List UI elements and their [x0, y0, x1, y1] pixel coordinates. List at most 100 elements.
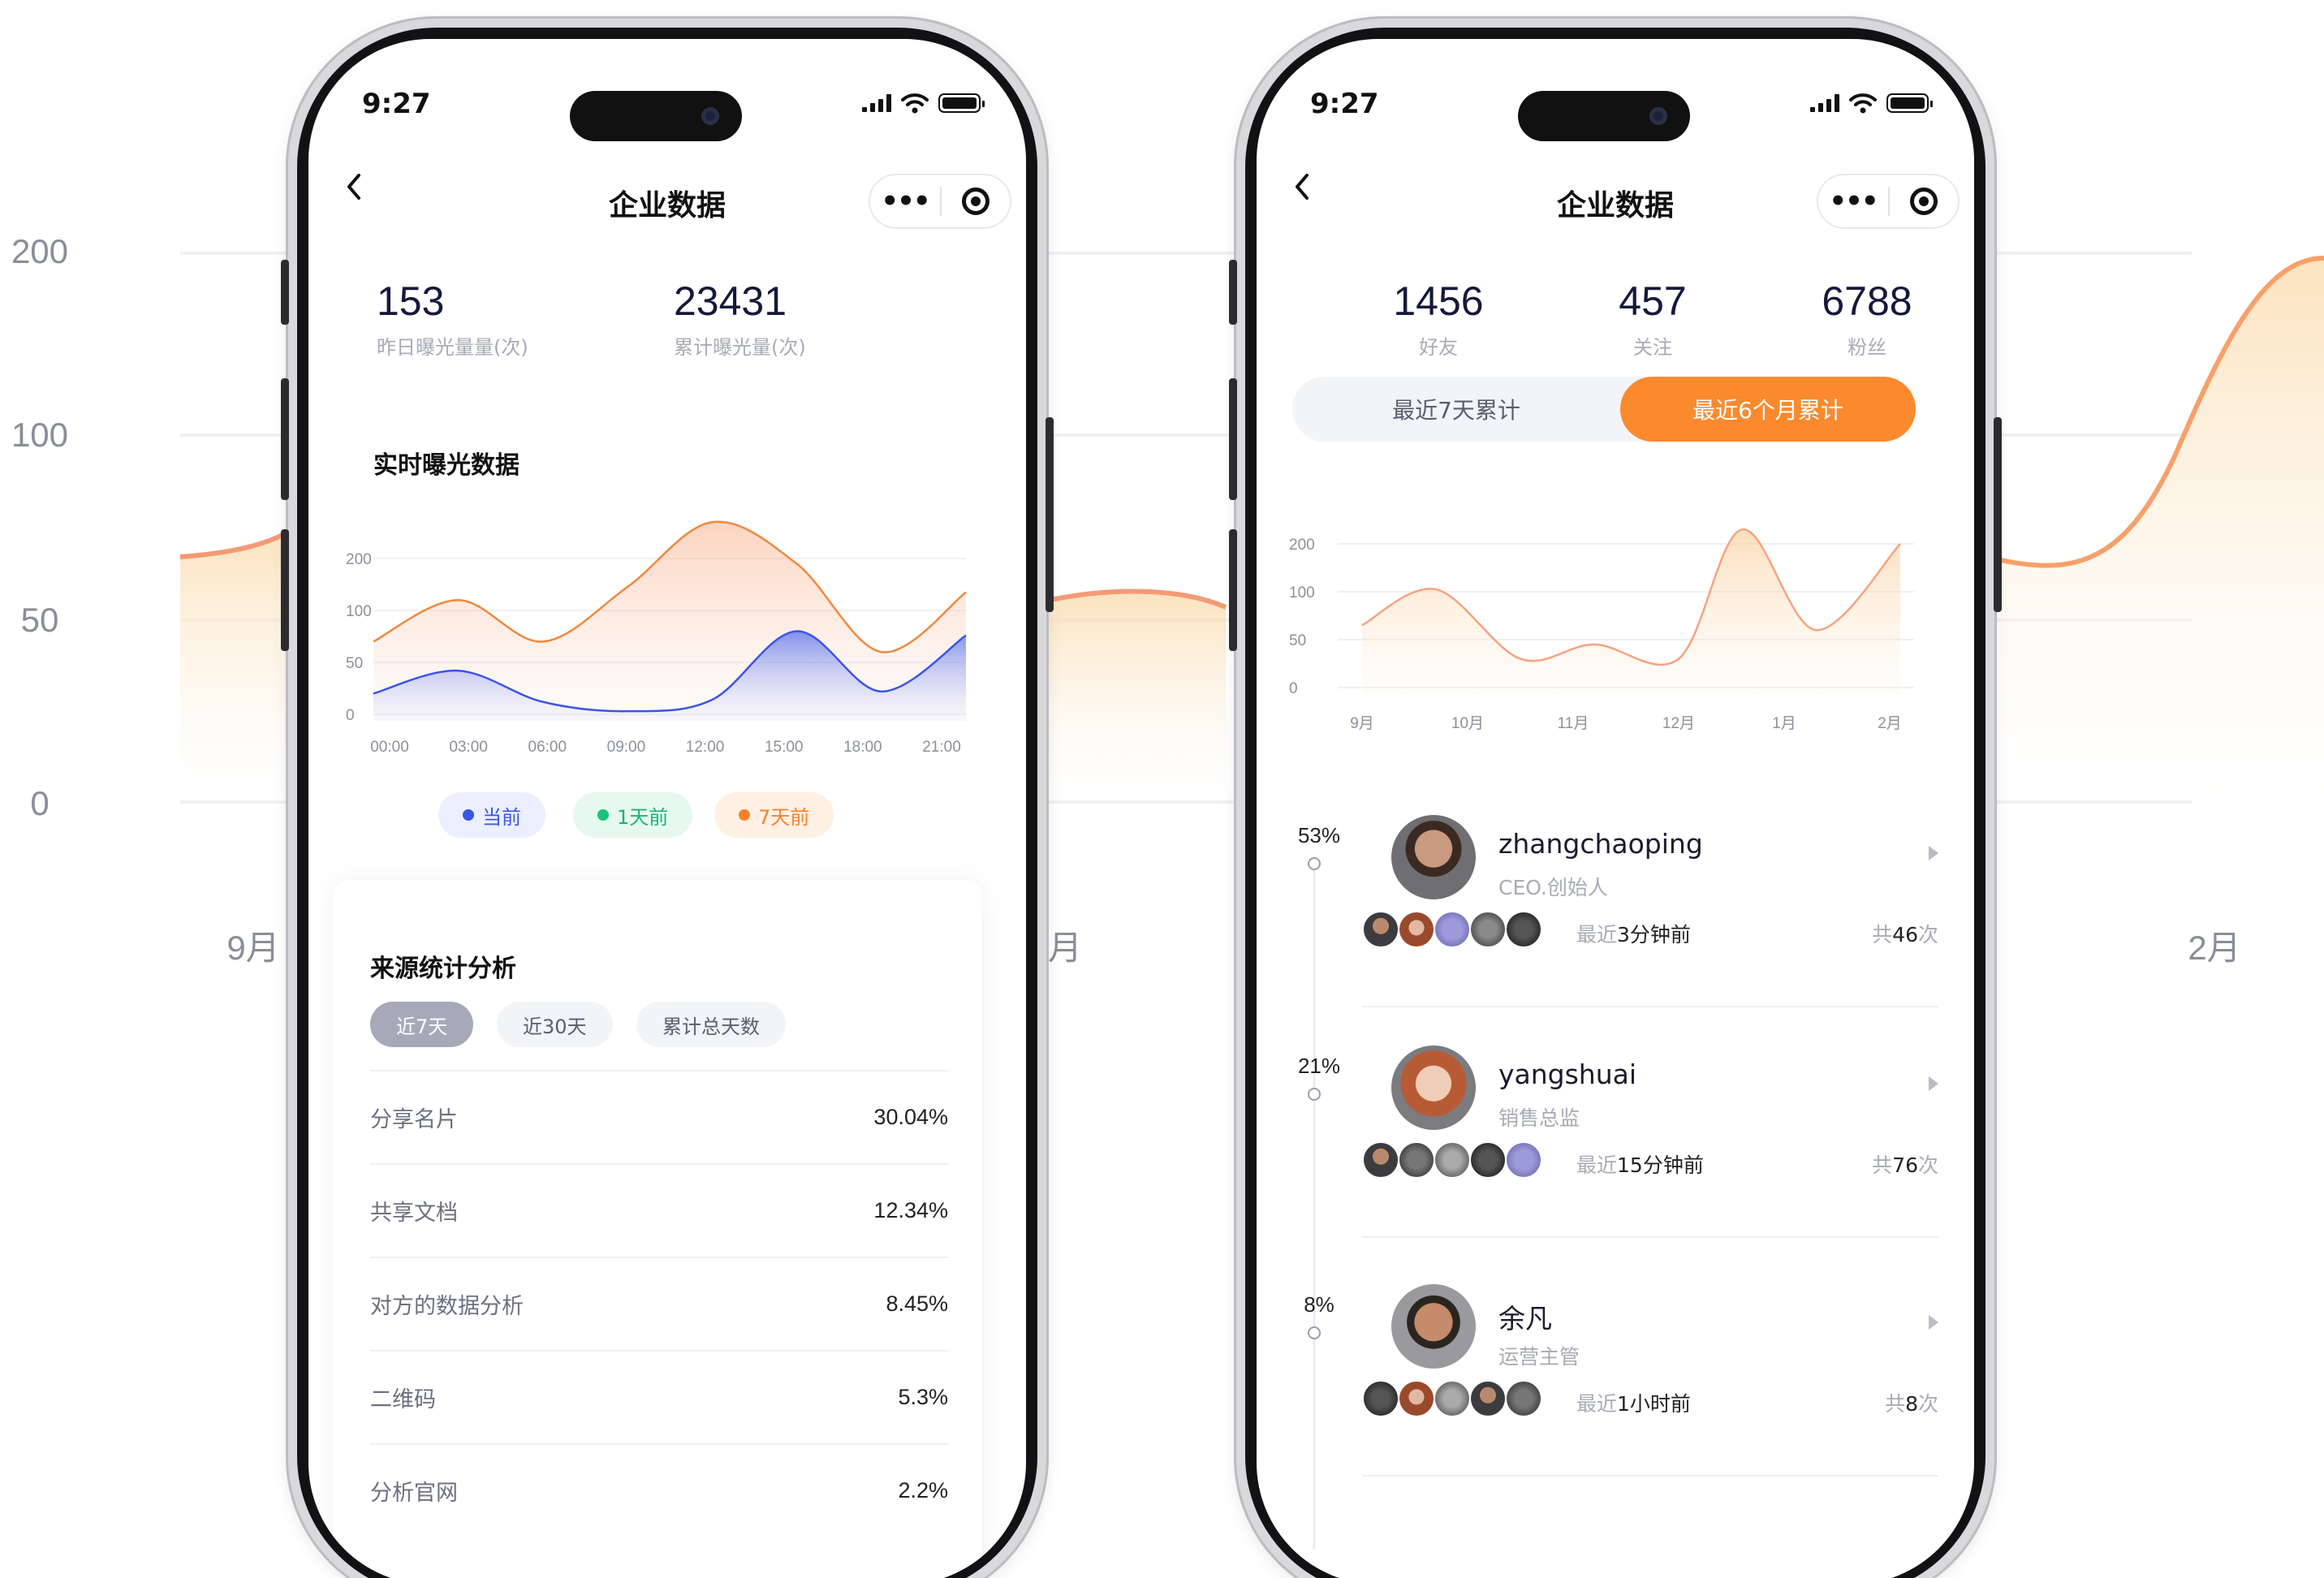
x-tick-label: 06:00 — [528, 739, 567, 756]
realtime-exposure-chart: 200 100 50 0 00:00 03:00 06:00 09:00 12:00 15:00… — [346, 520, 967, 756]
x-tick-label: 10月 — [1451, 715, 1484, 732]
stat-label: 好友 — [1419, 336, 1458, 359]
target-icon — [1909, 188, 1938, 215]
avatar — [1398, 911, 1435, 948]
legend-current[interactable]: 当前 — [438, 792, 545, 838]
segment-7days[interactable]: 最近7天累计 — [1292, 377, 1620, 442]
timeline-node — [1308, 1088, 1321, 1101]
dynamic-island — [1518, 91, 1690, 141]
visitor-share: 53% — [1297, 823, 1341, 847]
stat-value: 23431 — [674, 278, 787, 324]
filter-7days[interactable]: 近7天 — [370, 1002, 474, 1047]
stat-label: 关注 — [1633, 336, 1672, 359]
visitor-row[interactable]: 53% zhangchaoping CEO.创始人 最近3分钟前 共46次 — [1257, 815, 1974, 1054]
phone-screen: 9:27 企业数据 ••• 1456 好友 457 关注 6788 粉丝 最近7… — [1257, 39, 1974, 1578]
visitor-name: 余凡 — [1498, 1303, 1552, 1334]
timeline-node — [1308, 857, 1321, 870]
side-button — [281, 529, 289, 651]
x-tick-label: 09:00 — [607, 739, 646, 756]
stat-value: 1456 — [1393, 278, 1484, 324]
chevron-right-icon — [1929, 1315, 1938, 1330]
battery-icon — [938, 93, 985, 113]
close-mini-program-button[interactable] — [942, 188, 1010, 215]
visitor-role: 运营主管 — [1498, 1345, 1580, 1369]
x-tick-label: 03:00 — [449, 739, 488, 756]
visitor-share: 8% — [1304, 1292, 1334, 1317]
stat-label: 昨日曝光量量(次) — [377, 336, 528, 359]
source-row[interactable]: 二维码 5.3% — [370, 1350, 948, 1443]
stat-label: 累计曝光量(次) — [674, 336, 806, 359]
bg-y-tick: 50 — [20, 601, 59, 639]
legend-1day[interactable]: 1天前 — [573, 792, 693, 838]
recent-visit: 最近3分钟前 — [1576, 923, 1691, 946]
wifi-icon — [1849, 93, 1877, 114]
y-tick-label: 100 — [346, 603, 372, 620]
chevron-right-icon — [1929, 846, 1938, 860]
viewer-avatars — [1362, 1380, 1542, 1417]
avatar — [1434, 1141, 1471, 1179]
visitor-role: CEO.创始人 — [1498, 876, 1608, 899]
side-button — [1229, 260, 1237, 325]
close-mini-program-button[interactable] — [1890, 188, 1958, 215]
visitor-row[interactable]: 21% yangshuai 销售总监 最近15分钟前 共76次 — [1257, 1046, 1974, 1285]
phone-screen: 9:27 企业数据 ••• 153 昨日曝光量量(次) 23431 累计曝光量(… — [308, 39, 1026, 1578]
stat-friends[interactable]: 1456 好友 — [1349, 278, 1528, 360]
source-row[interactable]: 分析官网 2.2% — [370, 1443, 948, 1537]
visitor-row[interactable]: 8% 余凡 运营主管 最近1小时前 共8次 — [1257, 1284, 1974, 1524]
timeline-node — [1308, 1326, 1321, 1339]
camera-icon — [1649, 107, 1667, 125]
side-button — [1046, 417, 1054, 612]
total-visits: 共8次 — [1885, 1392, 1938, 1416]
visitor-name: zhangchaoping — [1498, 828, 1703, 860]
recent-visit: 最近15分钟前 — [1576, 1153, 1704, 1177]
source-percent: 8.45% — [886, 1291, 948, 1316]
side-button — [281, 260, 289, 325]
phone-left: 9:27 企业数据 ••• 153 昨日曝光量量(次) 23431 累计曝光量(… — [281, 16, 1054, 1578]
source-row[interactable]: 分享名片 30.04% — [370, 1070, 948, 1163]
bg-y-tick: 100 — [11, 416, 69, 454]
source-row[interactable]: 对方的数据分析 8.45% — [370, 1257, 948, 1350]
more-menu-button[interactable]: ••• — [1818, 185, 1888, 218]
legend-7days[interactable]: 7天前 — [714, 792, 834, 838]
stat-label: 粉丝 — [1848, 336, 1886, 359]
avatar — [1391, 1284, 1476, 1369]
signal-icon — [862, 94, 891, 112]
avatar — [1391, 1046, 1476, 1130]
recent-visit: 最近1小时前 — [1576, 1392, 1691, 1416]
stat-total: 23431 累计曝光量(次) — [674, 278, 806, 360]
x-tick-label: 12:00 — [686, 739, 725, 756]
avatar — [1505, 1141, 1542, 1179]
visitor-share: 21% — [1297, 1054, 1341, 1078]
row-divider — [1362, 1006, 1938, 1007]
filter-all-days[interactable]: 累计总天数 — [636, 1002, 786, 1047]
stat-fans[interactable]: 6788 粉丝 — [1778, 278, 1956, 360]
total-visits: 共76次 — [1872, 1153, 1938, 1177]
source-name: 分析官网 — [370, 1481, 458, 1506]
target-icon — [961, 188, 990, 215]
more-menu-button[interactable]: ••• — [870, 185, 940, 218]
source-name: 对方的数据分析 — [370, 1294, 524, 1319]
stat-following[interactable]: 457 关注 — [1563, 278, 1742, 360]
segment-6months[interactable]: 最近6个月累计 — [1620, 377, 1916, 442]
source-analysis-card: 来源统计分析 近7天 近30天 累计总天数 分享名片 30.04% 共享文档 1… — [333, 880, 982, 1578]
legend-label: 当前 — [482, 805, 521, 829]
source-name: 分享名片 — [370, 1107, 458, 1132]
y-tick-label: 0 — [346, 707, 355, 724]
source-name: 共享文档 — [370, 1201, 458, 1226]
avatar — [1469, 1141, 1507, 1179]
mini-program-capsule: ••• — [1817, 174, 1960, 229]
bg-area-fill — [180, 529, 292, 802]
source-title: 来源统计分析 — [370, 955, 516, 983]
side-button — [281, 378, 289, 500]
status-time: 9:27 — [362, 88, 431, 120]
filter-30days[interactable]: 近30天 — [497, 1002, 613, 1047]
source-row[interactable]: 共享文档 12.34% — [370, 1163, 948, 1257]
avatar — [1391, 815, 1476, 899]
y-tick-label: 0 — [1289, 680, 1298, 697]
legend-label: 7天前 — [758, 805, 810, 829]
avatar — [1505, 1380, 1542, 1417]
x-tick-label: 2月 — [1878, 715, 1902, 732]
x-tick-label: 11月 — [1558, 715, 1589, 732]
y-tick-label: 50 — [346, 655, 363, 672]
range-segmented-control: 最近7天累计 最近6个月累计 — [1292, 377, 1916, 442]
